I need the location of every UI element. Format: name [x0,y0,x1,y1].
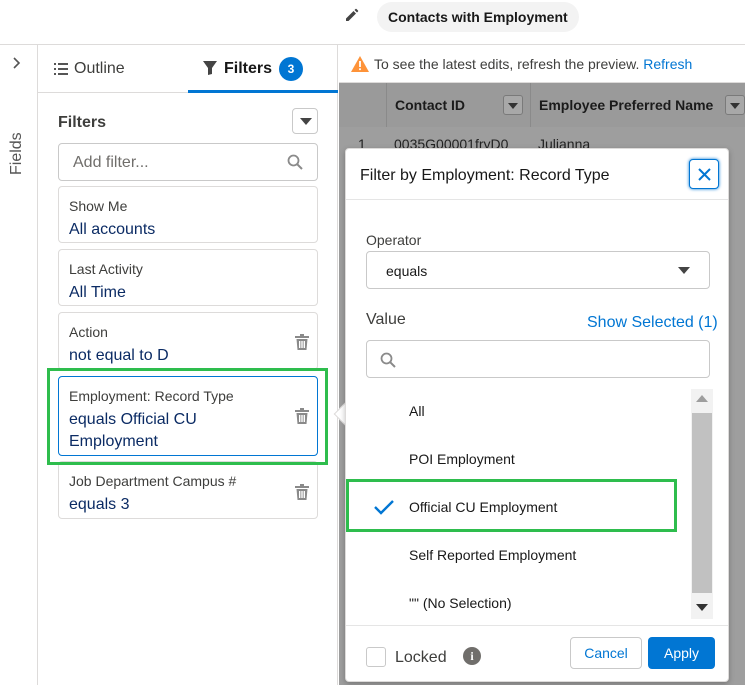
fields-label[interactable]: Fields [8,125,28,175]
chevron-down-icon [730,103,740,109]
panel-tabs: Outline Filters 3 [38,45,338,93]
left-panel: Outline Filters 3 Filters Add filter... … [38,45,338,685]
close-icon [698,168,711,181]
option-no-selection[interactable]: "" (No Selection) [346,579,691,627]
filter-card-last-activity[interactable]: Last Activity All Time [58,249,318,306]
filter-card-action[interactable]: Action not equal to D [58,312,318,370]
cancel-button[interactable]: Cancel [570,637,642,669]
funnel-icon [202,60,218,76]
chevron-right-icon[interactable] [12,57,22,72]
search-icon [287,154,303,170]
filter-label: Last Activity [69,261,143,277]
trash-icon[interactable] [295,484,309,500]
top-bar: Contacts with Employment [0,0,745,45]
refresh-notice: To see the latest edits, refresh the pre… [374,56,692,72]
divider [346,199,728,200]
apply-button[interactable]: Apply [648,637,715,669]
divider [346,625,728,626]
locked-label: Locked [395,649,447,666]
column-menu-button[interactable] [503,95,523,115]
chevron-down-icon [678,267,690,274]
option-self-reported-employment[interactable]: Self Reported Employment [346,531,691,579]
report-title[interactable]: Contacts with Employment [377,2,579,32]
value-search-input[interactable] [366,340,710,378]
refresh-link[interactable]: Refresh [643,56,692,72]
filters-menu-button[interactable] [292,108,318,134]
filter-label: Show Me [69,198,128,214]
column-header-label: Contact ID [395,97,465,113]
warning-icon [351,56,369,72]
column-header-employee-preferred-name[interactable]: Employee Preferred Name [530,83,745,127]
scroll-up-arrow-icon[interactable] [696,395,708,402]
highlight-box [346,479,677,532]
close-button[interactable] [689,159,719,189]
column-header-contact-id[interactable]: Contact ID [386,83,530,127]
info-icon[interactable]: i [463,647,481,665]
popover-title: Filter by Employment: Record Type [360,167,610,184]
value-label: Value [366,311,406,328]
add-filter-placeholder: Add filter... [73,154,149,171]
filter-card-show-me[interactable]: Show Me All accounts [58,186,318,243]
grid-header: Contact ID Employee Preferred Name [339,83,745,127]
column-menu-button[interactable] [725,95,745,115]
option-label: "" (No Selection) [409,595,512,611]
highlight-box [47,368,328,465]
filter-value: All Time [69,284,126,301]
filter-label: Action [69,324,108,340]
chevron-down-icon [508,103,518,109]
filters-count-badge: 3 [279,57,303,81]
tab-outline[interactable]: Outline [38,45,188,93]
search-icon [380,352,396,368]
column-header-label: Employee Preferred Name [539,97,714,113]
refresh-notice-bar: To see the latest edits, refresh the pre… [339,45,745,83]
tab-filters[interactable]: Filters 3 [188,45,338,93]
refresh-notice-text: To see the latest edits, refresh the pre… [374,56,640,72]
option-label: All [409,403,425,419]
operator-label: Operator [366,232,422,248]
list-icon [54,62,68,76]
fields-panel-collapsed[interactable]: Fields [0,45,38,685]
scroll-thumb[interactable] [692,413,712,593]
option-poi-employment[interactable]: POI Employment [346,435,691,483]
filter-value: equals 3 [69,496,130,513]
filter-value: not equal to D [69,347,169,364]
locked-checkbox[interactable] [366,647,386,667]
filters-heading: Filters [58,114,107,131]
operator-value: equals [386,263,428,279]
filter-value: All accounts [69,221,156,238]
operator-select[interactable]: equals [366,251,710,289]
tab-filters-label: Filters [224,60,273,77]
scroll-down-arrow-icon[interactable] [696,604,708,611]
option-label: Self Reported Employment [409,547,577,563]
filter-popover: Filter by Employment: Record Type Operat… [345,148,729,682]
show-selected-link[interactable]: Show Selected (1) [587,314,718,332]
filter-label: Job Department Campus # [69,473,237,489]
scrollbar[interactable] [691,389,713,619]
pencil-icon[interactable] [345,8,363,26]
option-all[interactable]: All [346,387,691,435]
chevron-down-icon [300,118,312,125]
option-label: POI Employment [409,451,515,467]
filter-card-job-department-campus[interactable]: Job Department Campus # equals 3 [58,461,318,519]
add-filter-input[interactable]: Add filter... [58,143,318,181]
tab-outline-label: Outline [74,60,125,77]
trash-icon[interactable] [295,334,309,350]
